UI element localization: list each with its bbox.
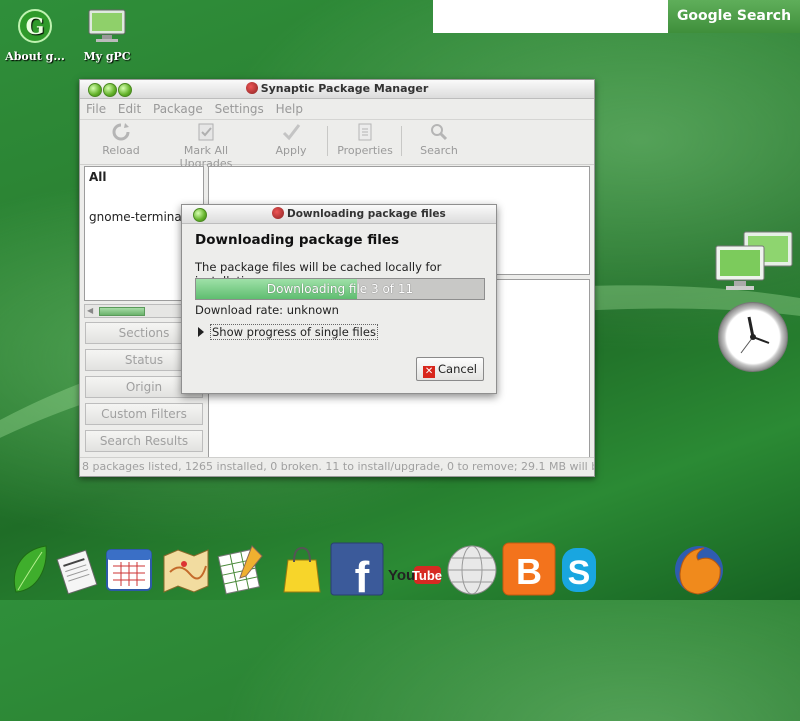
filter-list-item-all[interactable]: All	[85, 167, 203, 187]
menu-file[interactable]: File	[86, 99, 106, 119]
scrollbar-thumb[interactable]	[99, 307, 145, 316]
scroll-left-icon[interactable]: ◀	[87, 306, 93, 315]
synaptic-app-icon	[272, 207, 284, 219]
toolbar: Reload Mark All Upgrades Apply Propertie…	[80, 120, 594, 170]
apply-check-icon	[281, 122, 301, 142]
reload-label: Reload	[102, 144, 140, 157]
menu-settings[interactable]: Settings	[215, 99, 264, 119]
window-titlebar[interactable]: Synaptic Package Manager	[80, 80, 594, 99]
shopping-bag-icon[interactable]	[280, 542, 324, 596]
reload-button[interactable]: Reload	[100, 122, 142, 157]
close-dialog-button[interactable]	[193, 208, 207, 222]
svg-text:G: G	[26, 14, 45, 40]
cancel-button[interactable]: ✕ Cancel	[416, 357, 484, 381]
apply-button[interactable]: Apply	[273, 122, 309, 157]
leaf-icon[interactable]	[8, 542, 50, 596]
search-results-button[interactable]: Search Results	[85, 430, 203, 452]
skype-letter: S	[568, 554, 591, 592]
properties-label: Properties	[337, 144, 393, 157]
menu-package[interactable]: Package	[153, 99, 203, 119]
clock-widget[interactable]	[718, 302, 788, 372]
statusbar: 8 packages listed, 1265 installed, 0 bro…	[80, 457, 594, 475]
blogger-icon[interactable]: B	[502, 542, 556, 596]
cancel-label: Cancel	[438, 362, 477, 376]
apply-label: Apply	[275, 144, 307, 157]
spreadsheet-icon[interactable]	[216, 542, 268, 596]
network-monitors-icon	[715, 231, 793, 290]
desktop-icon-label: My gPC	[83, 50, 131, 63]
map-icon[interactable]	[160, 542, 212, 596]
youtube-tube: Tube	[412, 568, 442, 583]
network-computers-widget[interactable]	[714, 228, 796, 294]
firefox-icon[interactable]	[672, 542, 726, 596]
cancel-icon: ✕	[423, 366, 436, 378]
expand-arrow-icon	[198, 327, 204, 337]
mark-upgrades-icon	[196, 122, 216, 142]
computer-monitor-icon	[87, 6, 127, 46]
clock-icon	[740, 316, 770, 354]
dock: f You Tube B S	[0, 538, 800, 602]
desktop-icon-about[interactable]: G About g...	[0, 6, 70, 63]
expander-label: Show progress of single files	[210, 324, 378, 340]
search-label: Search	[420, 144, 458, 157]
synaptic-app-icon	[245, 82, 258, 94]
search-button[interactable]: Search	[416, 122, 462, 157]
search-icon	[429, 122, 449, 142]
properties-button[interactable]: Properties	[336, 122, 394, 157]
toolbar-separator	[401, 126, 402, 156]
blogger-letter: B	[516, 551, 542, 592]
dialog-title: Downloading package files	[287, 208, 446, 220]
download-rate: Download rate: unknown	[195, 303, 339, 317]
reload-icon	[111, 122, 131, 142]
calendar-icon[interactable]	[104, 542, 154, 596]
mark-all-upgrades-button[interactable]: Mark All Upgrades	[156, 122, 256, 170]
custom-filters-button[interactable]: Custom Filters	[85, 403, 203, 425]
wikipedia-icon[interactable]	[446, 542, 498, 596]
toolbar-separator	[327, 126, 328, 156]
youtube-icon[interactable]: You Tube	[388, 542, 442, 596]
google-search-button[interactable]: Google Search	[668, 0, 800, 33]
menu-edit[interactable]: Edit	[118, 99, 141, 119]
dialog-titlebar[interactable]: Downloading package files	[182, 205, 496, 224]
desktop-icon-label: About g...	[5, 50, 65, 63]
skype-icon[interactable]: S	[560, 542, 598, 596]
menubar: File Edit Package Settings Help	[80, 99, 594, 120]
newspaper-icon[interactable]	[56, 542, 98, 596]
window-title: Synaptic Package Manager	[260, 82, 429, 95]
dialog-heading: Downloading package files	[195, 232, 400, 248]
gpc-logo-icon: G	[15, 6, 55, 46]
facebook-icon[interactable]: f	[330, 542, 384, 602]
progress-text: Downloading file 3 of 11	[266, 282, 414, 296]
facebook-letter: f	[355, 553, 370, 596]
single-files-expander[interactable]: Show progress of single files	[198, 324, 378, 340]
download-dialog: Downloading package files Downloading pa…	[181, 204, 497, 394]
google-search-input[interactable]	[433, 0, 668, 33]
menu-help[interactable]: Help	[276, 99, 303, 119]
desktop-icon-my-gpc[interactable]: My gPC	[72, 6, 142, 63]
download-progress-bar: Downloading file 3 of 11	[195, 278, 485, 300]
properties-icon	[355, 122, 375, 142]
